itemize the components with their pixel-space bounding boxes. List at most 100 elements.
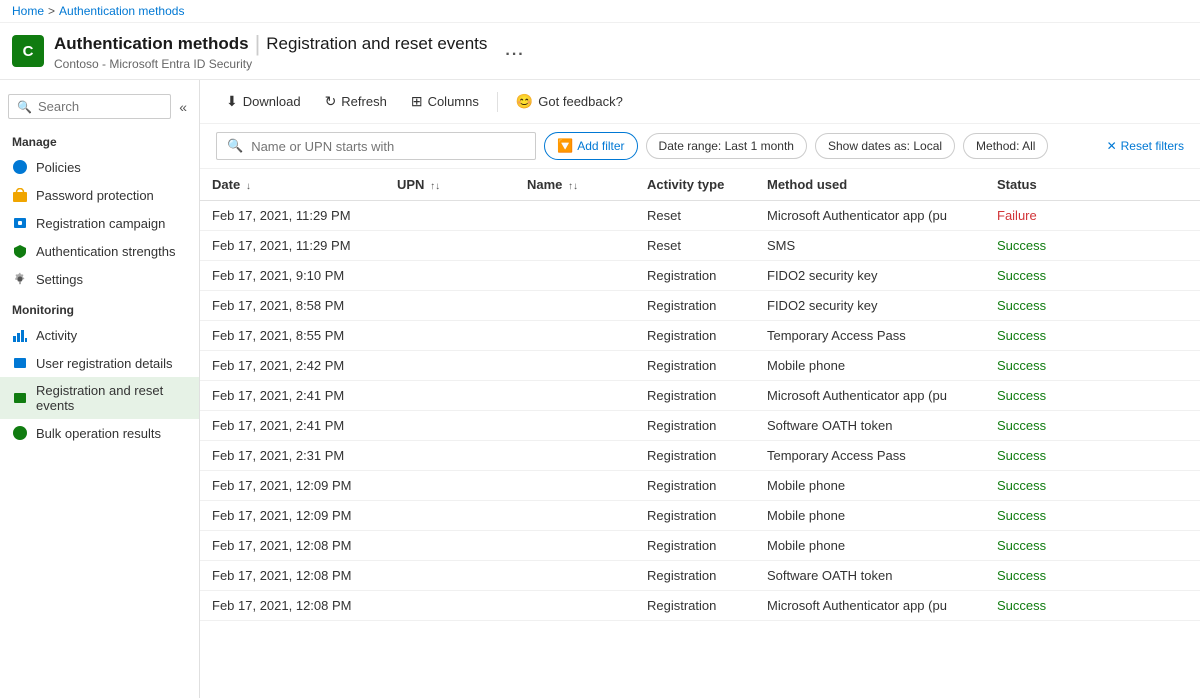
table-row[interactable]: Feb 17, 2021, 2:41 PMRegistrationMicroso… [200, 381, 1200, 411]
table-cell [385, 231, 515, 261]
show-dates-chip[interactable]: Show dates as: Local [815, 133, 955, 159]
table-row[interactable]: Feb 17, 2021, 12:08 PMRegistrationMobile… [200, 531, 1200, 561]
table-cell: Mobile phone [755, 531, 985, 561]
columns-icon: ⊞ [411, 93, 423, 110]
table-cell: Feb 17, 2021, 9:10 PM [200, 261, 385, 291]
breadcrumb-bar: Home > Authentication methods [0, 0, 1200, 23]
table-cell [515, 471, 635, 501]
download-button[interactable]: ⬇ Download [216, 88, 311, 115]
header-more-icon[interactable]: ... [505, 42, 524, 60]
reg-events-icon [12, 390, 28, 406]
sort-icon: ↑↓ [430, 181, 440, 192]
columns-button[interactable]: ⊞ Columns [401, 88, 489, 115]
table-row[interactable]: Feb 17, 2021, 9:10 PMRegistrationFIDO2 s… [200, 261, 1200, 291]
table-row[interactable]: Feb 17, 2021, 12:09 PMRegistrationMobile… [200, 471, 1200, 501]
sidebar-item-label: User registration details [36, 356, 173, 371]
table-cell [515, 261, 635, 291]
table-cell: Feb 17, 2021, 8:55 PM [200, 321, 385, 351]
table-row[interactable]: Feb 17, 2021, 2:41 PMRegistrationSoftwar… [200, 411, 1200, 441]
table-cell [385, 321, 515, 351]
table-row[interactable]: Feb 17, 2021, 12:09 PMRegistrationMobile… [200, 501, 1200, 531]
sidebar-item-registration-and-reset-events[interactable]: Registration and reset events [0, 377, 199, 419]
breadcrumb-separator: > [48, 4, 55, 18]
table-cell: Success [985, 591, 1200, 621]
sidebar-item-user-registration-details[interactable]: User registration details [0, 349, 199, 377]
table-cell: Feb 17, 2021, 11:29 PM [200, 231, 385, 261]
app-logo: C [12, 35, 44, 67]
table-cell: Registration [635, 471, 755, 501]
feedback-button[interactable]: 😊 Got feedback? [506, 88, 633, 115]
add-filter-button[interactable]: 🔽 Add filter [544, 132, 638, 160]
content-area: ⬇ Download ↻ Refresh ⊞ Columns 😊 Got fee… [200, 80, 1200, 698]
sidebar-item-registration-campaign[interactable]: Registration campaign [0, 209, 199, 237]
main-layout: 🔍 « Manage Policies Password protection … [0, 80, 1200, 698]
sidebar-item-activity[interactable]: Activity [0, 321, 199, 349]
table-row[interactable]: Feb 17, 2021, 11:29 PMResetMicrosoft Aut… [200, 201, 1200, 231]
filter-search-input[interactable] [251, 139, 525, 154]
table-row[interactable]: Feb 17, 2021, 2:42 PMRegistrationMobile … [200, 351, 1200, 381]
sidebar-search-input[interactable] [38, 99, 162, 114]
table-cell: Registration [635, 291, 755, 321]
table-cell: Software OATH token [755, 411, 985, 441]
feedback-icon: 😊 [516, 93, 533, 110]
table-cell: Registration [635, 351, 755, 381]
table-cell: Temporary Access Pass [755, 321, 985, 351]
sidebar: 🔍 « Manage Policies Password protection … [0, 80, 200, 698]
col-header-status[interactable]: Status [985, 169, 1200, 201]
sidebar-item-authentication-strengths[interactable]: Authentication strengths [0, 237, 199, 265]
sidebar-item-label: Registration and reset events [36, 383, 187, 413]
refresh-icon: ↻ [325, 93, 337, 110]
table-cell: Registration [635, 411, 755, 441]
col-header-method-used[interactable]: Method used [755, 169, 985, 201]
policies-icon [12, 159, 28, 175]
page-title-main: Authentication methods [54, 34, 249, 54]
sidebar-item-label: Bulk operation results [36, 426, 161, 441]
table-cell: Temporary Access Pass [755, 441, 985, 471]
table-row[interactable]: Feb 17, 2021, 12:08 PMRegistrationMicros… [200, 591, 1200, 621]
table-cell: Mobile phone [755, 351, 985, 381]
breadcrumb-current[interactable]: Authentication methods [59, 4, 184, 18]
filter-search-box[interactable]: 🔍 [216, 132, 536, 160]
table-cell: Success [985, 321, 1200, 351]
table-cell: Registration [635, 561, 755, 591]
col-header-name[interactable]: Name ↑↓ [515, 169, 635, 201]
col-header-activity-type[interactable]: Activity type [635, 169, 755, 201]
table-row[interactable]: Feb 17, 2021, 12:08 PMRegistrationSoftwa… [200, 561, 1200, 591]
table-row[interactable]: Feb 17, 2021, 8:58 PMRegistrationFIDO2 s… [200, 291, 1200, 321]
table-cell: Feb 17, 2021, 12:08 PM [200, 531, 385, 561]
table-cell: Success [985, 261, 1200, 291]
table-cell: Registration [635, 321, 755, 351]
sidebar-search-box[interactable]: 🔍 [8, 94, 171, 119]
table-cell: Mobile phone [755, 501, 985, 531]
table-row[interactable]: Feb 17, 2021, 8:55 PM RegistrationTempora… [200, 321, 1200, 351]
table-cell [515, 591, 635, 621]
table-row[interactable]: Feb 17, 2021, 2:31 PMRegistrationTempora… [200, 441, 1200, 471]
table-cell: Registration [635, 381, 755, 411]
table-cell: FIDO2 security key [755, 291, 985, 321]
search-icon: 🔍 [17, 100, 32, 114]
table-cell: Reset [635, 201, 755, 231]
collapse-icon[interactable]: « [175, 97, 191, 117]
breadcrumb-home[interactable]: Home [12, 4, 44, 18]
table-cell: Microsoft Authenticator app (pu [755, 381, 985, 411]
method-chip[interactable]: Method: All [963, 133, 1048, 159]
table-cell [515, 231, 635, 261]
sidebar-item-password-protection[interactable]: Password protection [0, 181, 199, 209]
col-header-upn[interactable]: UPN ↑↓ [385, 169, 515, 201]
table-row[interactable]: Feb 17, 2021, 11:29 PMResetSMSSuccess [200, 231, 1200, 261]
col-header-date[interactable]: Date ↓ [200, 169, 385, 201]
table-cell [385, 531, 515, 561]
add-filter-icon: 🔽 [557, 138, 573, 154]
table-cell: Feb 17, 2021, 2:31 PM [200, 441, 385, 471]
sort-icon: ↓ [246, 181, 251, 192]
sidebar-item-policies[interactable]: Policies [0, 153, 199, 181]
date-range-chip[interactable]: Date range: Last 1 month [646, 133, 807, 159]
sidebar-item-label: Password protection [36, 188, 154, 203]
sidebar-item-settings[interactable]: Settings [0, 265, 199, 293]
table-cell: Mobile phone [755, 471, 985, 501]
table-cell [515, 501, 635, 531]
refresh-button[interactable]: ↻ Refresh [315, 88, 397, 115]
table-cell: Success [985, 471, 1200, 501]
sidebar-item-bulk-operation-results[interactable]: Bulk operation results [0, 419, 199, 447]
reset-filters-link[interactable]: ✕ Reset filters [1107, 139, 1184, 153]
